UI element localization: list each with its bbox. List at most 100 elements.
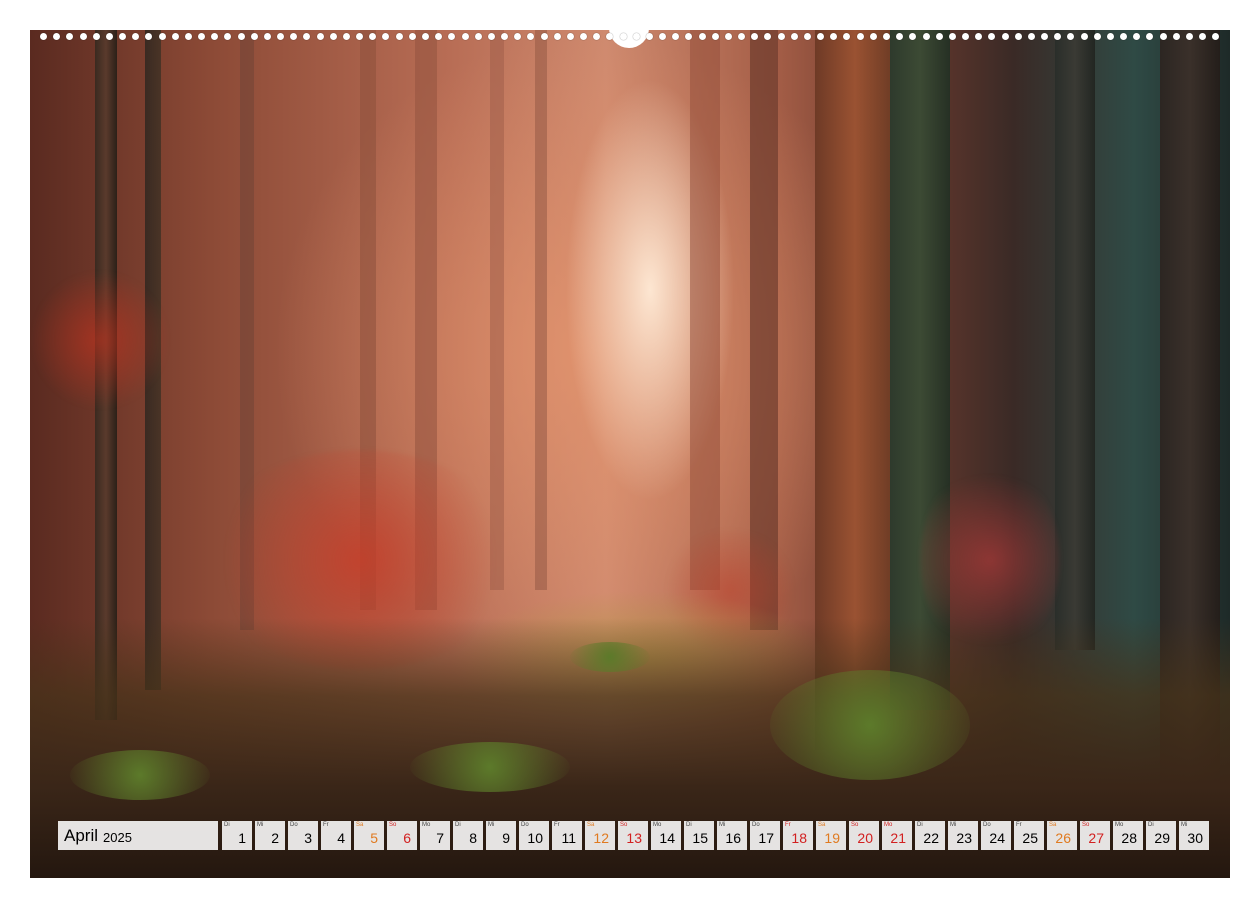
binding-ring [408,33,416,40]
binding-ring [1133,33,1141,40]
day-number: 16 [725,830,741,846]
binding-ring [1185,33,1193,40]
binding-ring [672,33,680,40]
day-name: Do [752,822,760,828]
binding-ring [540,33,548,40]
binding-ring [40,33,47,40]
day-cell: Di 15 [684,821,714,850]
day-name: Do [521,822,529,828]
binding-ring [1054,33,1062,40]
day-cell: Sa 5 [354,821,384,850]
binding-ring [566,33,574,40]
tree-trunk [690,30,720,590]
day-cell: So 20 [849,821,879,850]
binding-ring [988,33,996,40]
binding-ring [421,33,429,40]
day-name: Do [983,822,991,828]
moss-patch [570,642,650,672]
day-number: 17 [758,830,774,846]
day-cell: Do 24 [981,821,1011,850]
binding-ring [632,33,640,40]
binding-ring [448,33,456,40]
binding-ring [1199,33,1207,40]
binding-ring [1014,33,1022,40]
day-name: Mi [257,822,264,828]
day-cell: So 27 [1080,821,1110,850]
day-name: Sa [356,822,364,828]
binding-ring [724,33,732,40]
day-number: 14 [659,830,675,846]
red-bush [30,270,170,410]
moss-patch [410,742,570,792]
binding-ring [435,33,443,40]
binding-ring [751,33,759,40]
day-name: Mo [1115,822,1124,828]
binding-ring [790,33,798,40]
day-cell: Mo 28 [1113,821,1143,850]
binding-ring [527,33,535,40]
day-number: 5 [370,830,378,846]
binding-ring [1172,33,1180,40]
binding-ring [132,33,140,40]
binding-ring [935,33,943,40]
binding-ring [817,33,825,40]
day-cells: Di 1 Mi 2 Do 3 Fr 4 Sa 5 So 6 Mo 7 Di 8 Mi 9 Do 10 Fr 11 Sa 12 S… [222,821,1209,850]
binding-ring [869,33,877,40]
binding-ring [593,33,601,40]
day-cell: Do 17 [750,821,780,850]
day-number: 27 [1088,830,1104,846]
day-cell: Di 22 [915,821,945,850]
day-name: Sa [818,822,826,828]
binding-ring [263,33,271,40]
binding-ring [92,33,100,40]
binding-ring [645,33,653,40]
day-number: 4 [337,830,345,846]
day-cell: Mo 14 [651,821,681,850]
day-name: Di [917,822,923,828]
day-name: Mo [884,822,893,828]
day-name: Mo [653,822,662,828]
day-cell: Fr 4 [321,821,351,850]
binding-ring [1120,33,1128,40]
day-name: Mi [950,822,957,828]
day-name: Mo [422,822,431,828]
forest-photo [30,30,1230,878]
day-number: 28 [1121,830,1137,846]
tree-trunk [535,30,547,590]
day-name: Fr [1016,822,1022,828]
binding-ring [764,33,772,40]
binding-ring [606,33,614,40]
day-cell: Mi 23 [948,821,978,850]
day-cell: Mo 7 [420,821,450,850]
day-cell: Mi 2 [255,821,285,850]
binding-ring [1146,33,1154,40]
day-name: Fr [785,822,791,828]
tree-trunk [1055,30,1095,650]
binding-ring [883,33,890,40]
day-name: So [389,822,397,828]
binding-ring [909,33,917,40]
day-cell: Fr 18 [783,821,813,850]
month-name: April [64,825,99,845]
day-cell: So 6 [387,821,417,850]
binding-ring [962,33,970,40]
binding-ring [184,33,192,40]
binding-ring [777,33,785,40]
day-name: So [1082,822,1090,828]
binding-ring [1106,33,1114,40]
binding-ring [580,33,588,40]
day-cell: Fr 11 [552,821,582,850]
binding-rings [40,33,1220,41]
day-number: 7 [436,830,444,846]
day-number: 23 [956,830,972,846]
binding-ring [948,33,956,40]
binding-ring [145,33,153,40]
day-number: 10 [527,830,543,846]
binding-ring [474,33,482,40]
day-name: Di [1148,822,1154,828]
binding-ring [843,33,851,40]
day-number: 21 [890,830,906,846]
binding-ring [922,33,930,40]
day-name: Fr [323,822,329,828]
binding-ring [1212,33,1220,40]
